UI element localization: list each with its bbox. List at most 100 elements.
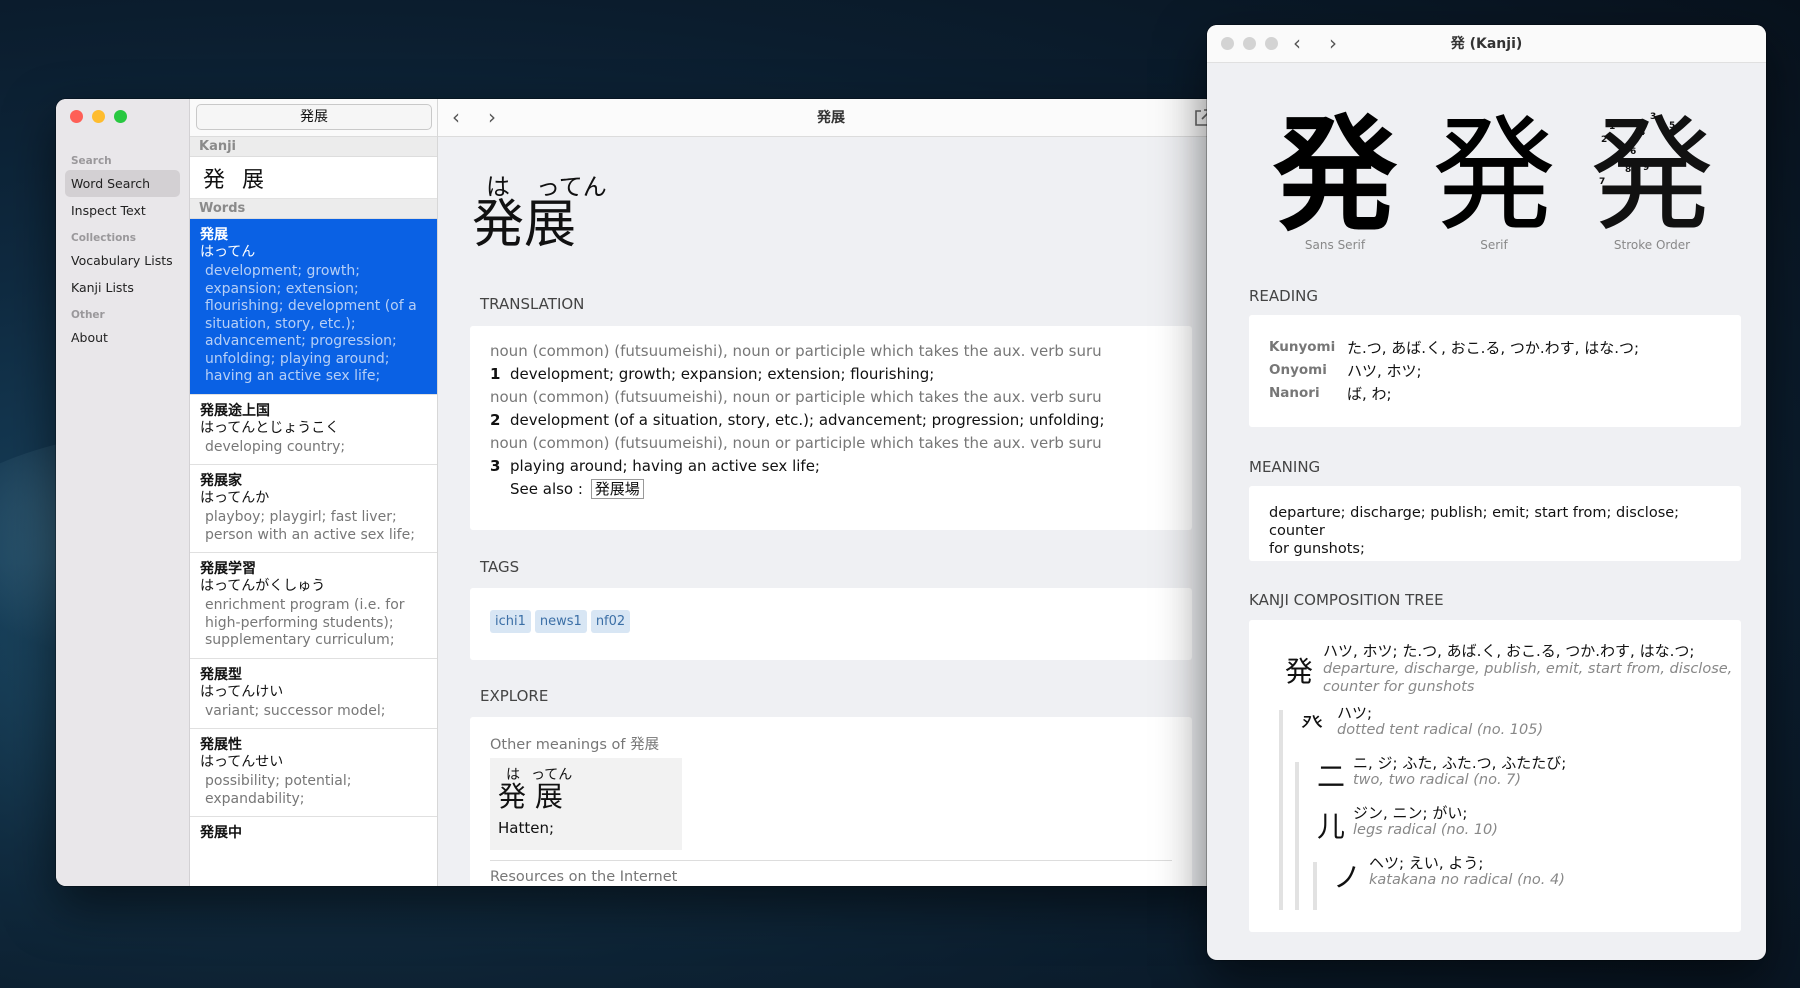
reading-label: Onyomi [1269, 362, 1327, 378]
tree-branch-line [1295, 762, 1299, 910]
zoom-button[interactable] [114, 110, 127, 123]
sidebar-item-inspect-text[interactable]: Inspect Text [65, 197, 180, 224]
tree-node-glyph[interactable]: 二 [1317, 755, 1345, 795]
search-bar: 発展 [190, 99, 437, 137]
list-item[interactable]: 発展途上国 はってんとじょうこく developing country; [190, 395, 437, 465]
other-meanings-label: Other meanings of 発展 [490, 737, 660, 753]
reading-value: ハツ, ホツ; [1347, 362, 1422, 380]
tree-node-reading: ジン, ニン; がい; [1353, 804, 1468, 822]
reading-label: Nanori [1269, 385, 1320, 401]
tree-node-meaning: katakana no radical (no. 4) [1369, 872, 1565, 888]
resources-label[interactable]: Resources on the Internet [490, 860, 1172, 885]
meaning-text: for gunshots; [1269, 541, 1365, 557]
detail-pane: 発展 ‹ › は ってん 発展 TRANSLATION noun (common… [438, 99, 1224, 886]
entry-gloss: possibility; potential; expandability; [205, 773, 352, 807]
sidebar-item-vocabulary-lists[interactable]: Vocabulary Lists [65, 247, 180, 274]
tree-node-reading: ハツ, ホツ; た.つ, あば.く, おこ.る, つか.わす, はな.つ; [1323, 642, 1695, 660]
kanji-header: Kanji [190, 137, 437, 157]
kanji-item[interactable]: 展 [242, 162, 264, 194]
tree-node-glyph[interactable]: 癶 [1301, 706, 1323, 738]
headword-furigana: は [486, 173, 510, 201]
kanji-item[interactable]: 発 [203, 162, 225, 194]
back-chevron-icon[interactable]: ‹ [452, 107, 460, 127]
window-title: 発展 [817, 110, 845, 126]
entry-word: 発展途上国 [200, 402, 270, 419]
tree-node-meaning: departure, discharge, publish, emit, sta… [1323, 661, 1733, 695]
tree-node-glyph[interactable]: 発 [1285, 650, 1313, 690]
tree-node-meaning: two, two radical (no. 7) [1353, 772, 1522, 788]
close-button[interactable] [70, 110, 83, 123]
kanji-row: 発 展 [190, 157, 437, 199]
other-word: 発 展 [498, 780, 563, 813]
search-input[interactable]: 発展 [196, 104, 432, 130]
entry-reading: はってんけい [200, 683, 284, 700]
list-item[interactable]: 発展 はってん development; growth; expansion; … [190, 219, 437, 395]
tag-badge[interactable]: nf02 [590, 610, 631, 633]
part-of-speech: noun (common) (futsuumeishi), noun or pa… [490, 388, 1102, 406]
sidebar-section-collections: Collections [71, 232, 137, 244]
sidebar-item-kanji-lists[interactable]: Kanji Lists [65, 274, 180, 301]
tree-node-meaning: legs radical (no. 10) [1353, 822, 1498, 838]
tree-node-meaning: dotted tent radical (no. 105) [1337, 722, 1544, 738]
sense-2: 2 development (of a situation, story, etc… [490, 411, 1105, 429]
tags-header: TAGS [480, 558, 520, 576]
headword-char: 発 [472, 195, 525, 255]
entry-word: 発展学習 [200, 561, 256, 577]
tree-node-reading: ハツ; [1337, 704, 1373, 722]
list-item[interactable]: 発展学習 はってんがくしゅう enrichment program (i.e. … [190, 553, 437, 659]
see-also-label: See also : [510, 480, 583, 498]
results-list: 発展 Kanji 発 展 Words 発展 はってん development; … [190, 99, 438, 886]
translation-card: noun (common) (futsuumeishi), noun or pa… [470, 326, 1192, 530]
tag-badge[interactable]: news1 [534, 610, 587, 633]
tree-branch-line [1279, 710, 1283, 910]
entry-word: 発展 [200, 227, 228, 243]
minimize-button[interactable] [92, 110, 105, 123]
explore-card: Other meanings of 発展 は ってん 発 展 Hatten; R… [470, 717, 1192, 886]
headword-furigana: ってん [536, 173, 607, 201]
list-item[interactable]: 発展型 はってんけい variant; successor model; [190, 659, 437, 729]
tree-branch-line [1313, 862, 1317, 910]
window-controls [70, 110, 127, 123]
sidebar-item-word-search[interactable]: Word Search [65, 170, 180, 197]
other-meaning-card[interactable]: は ってん 発 展 Hatten; [490, 758, 682, 850]
tag-badge[interactable]: ichi1 [490, 610, 531, 633]
other-furigana: は [506, 767, 520, 783]
list-item[interactable]: 発展中 [190, 817, 437, 850]
window-title: 発 (Kanji) [1450, 36, 1523, 52]
headword: は ってん 発展 [472, 167, 612, 255]
tree-node-glyph[interactable]: ノ [1333, 856, 1361, 896]
entry-gloss: variant; successor model; [205, 702, 386, 719]
kanji-stroke-order: 発 [1589, 104, 1714, 248]
kanji-sans-serif: 発 [1272, 104, 1397, 248]
entry-word: 発展家 [200, 473, 242, 489]
part-of-speech: noun (common) (futsuumeishi), noun or pa… [490, 434, 1102, 452]
entry-gloss: playboy; playgirl; fast liver; person wi… [205, 509, 415, 543]
tree-node-reading: ヘツ; えい, よう; [1369, 854, 1484, 872]
entry-reading: はってんせい [200, 754, 284, 770]
entry-reading: はってんとじょうこく [200, 419, 340, 436]
tree-node-reading: ニ, ジ; ふた, ふた.つ, ふたたび; [1353, 754, 1567, 772]
tree-node-glyph[interactable]: 儿 [1317, 805, 1345, 845]
forward-chevron-icon[interactable]: › [488, 107, 496, 127]
detail-toolbar: 発展 ‹ › [438, 99, 1224, 137]
caption-serif: Serif [1480, 238, 1508, 252]
caption-stroke-order: Stroke Order [1613, 238, 1691, 252]
sense-3: 3 playing around; having an active sex li… [490, 457, 820, 475]
list-item[interactable]: 発展性 はってんせい possibility; potential; expan… [190, 729, 437, 817]
list-item[interactable]: 発展家 はってんか playboy; playgirl; fast liver;… [190, 465, 437, 553]
sidebar-item-about[interactable]: About [65, 324, 180, 351]
meaning-header: MEANING [1249, 458, 1321, 476]
see-also-link[interactable]: 発展場 [590, 479, 644, 499]
meaning-card: departure; discharge; publish; emit; sta… [1249, 486, 1741, 561]
reading-card: Kunyomi た.つ, あば.く, おこ.る, つか.わす, はな.つ; On… [1249, 315, 1741, 427]
entry-word: 発展性 [200, 737, 242, 753]
sense-1: 1 development; growth; expansion; extensi… [490, 365, 935, 383]
sidebar-section-other: Other [71, 309, 105, 321]
main-window: Search Word Search Inspect Text Collecti… [56, 99, 1224, 886]
explore-header: EXPLORE [480, 687, 549, 705]
sidebar-section-search: Search [71, 155, 112, 167]
reading-header: READING [1249, 287, 1318, 305]
entry-reading: はってん [200, 244, 256, 260]
headword-char: 展 [524, 195, 577, 255]
entry-word: 発展中 [200, 825, 242, 841]
